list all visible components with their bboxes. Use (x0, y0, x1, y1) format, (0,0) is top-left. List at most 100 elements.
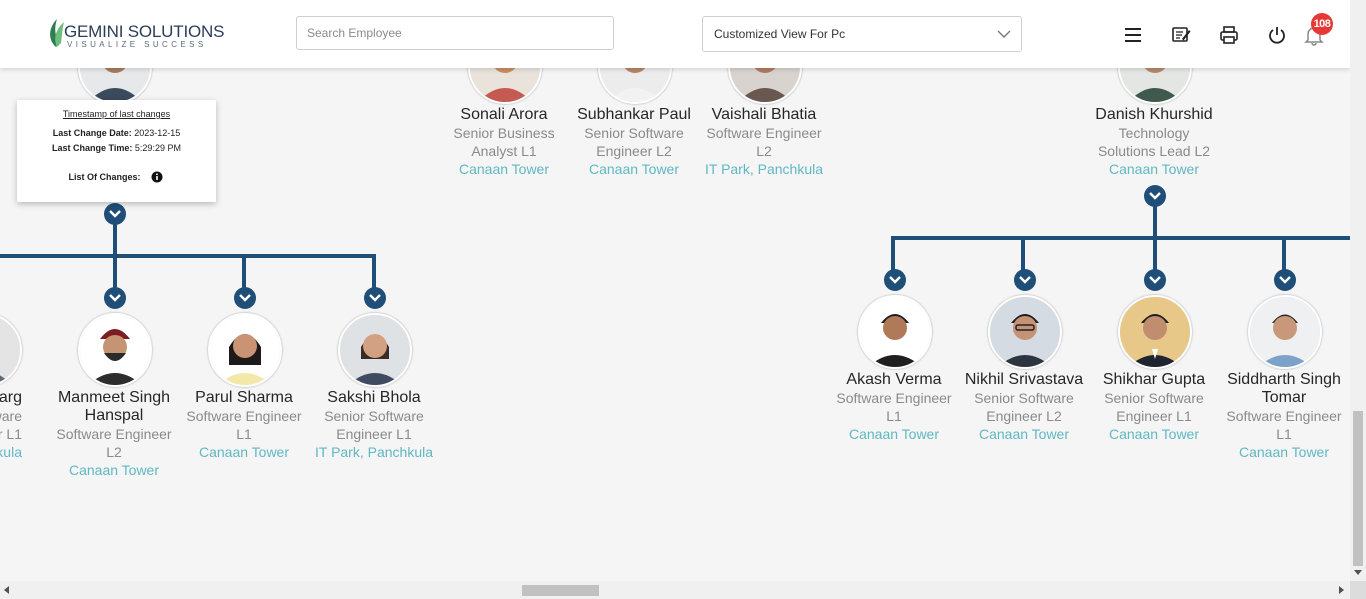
time-value: 5:29:29 PM (134, 143, 181, 153)
employee-card[interactable]: Parul Sharma Software Engineer L1 Canaan… (179, 389, 309, 461)
employee-location: Canaan Tower (848, 426, 940, 442)
feedback-icon[interactable] (1170, 24, 1192, 46)
employee-location: Canaan Tower (588, 161, 680, 177)
horizontal-scroll-thumb[interactable] (522, 585, 599, 596)
expand-button[interactable] (104, 203, 126, 225)
employee-avatar[interactable] (1118, 295, 1192, 369)
employee-location: Canaan Tower (1108, 161, 1200, 177)
menu-icon[interactable] (1122, 24, 1144, 46)
employee-card[interactable]: Subhankar Paul Senior Software Engineer … (569, 106, 699, 178)
connector-line (242, 254, 246, 290)
employee-name: Sonali Arora (460, 106, 548, 123)
timestamp-popup: Timestamp of last changes Last Change Da… (17, 100, 216, 202)
employee-name: Shikhar Gupta (1102, 371, 1206, 388)
expand-button[interactable] (364, 287, 386, 309)
employee-avatar[interactable] (1248, 295, 1322, 369)
scroll-right-icon[interactable] (1337, 586, 1345, 594)
employee-avatar[interactable] (988, 295, 1062, 369)
expand-button[interactable] (104, 287, 126, 309)
chevron-down-icon (1279, 276, 1291, 284)
expand-button[interactable] (234, 287, 256, 309)
print-icon[interactable] (1218, 24, 1240, 46)
chevron-down-icon (239, 294, 251, 302)
employee-role: Senior Software Engineer L1 (324, 408, 424, 442)
chevron-down-icon (889, 276, 901, 284)
person-photo-icon (0, 315, 20, 385)
employee-location: Canaan Tower (1108, 426, 1200, 442)
expand-button[interactable] (1014, 269, 1036, 291)
chevron-down-icon (109, 294, 121, 302)
employee-name: Nikhil Srivastava (964, 371, 1084, 388)
date-value: 2023-12-15 (134, 128, 181, 138)
employee-role: Software Engineer L1 (1226, 408, 1342, 442)
employee-name: Vaishali Bhatia (711, 106, 817, 123)
employee-card[interactable]: Vaishali Bhatia Software Engineer L2 IT … (699, 106, 829, 178)
employee-role: Senior Business Analyst L1 (453, 125, 555, 159)
employee-name: Siddharth Singh Tomar (1227, 371, 1341, 406)
expand-button[interactable] (884, 269, 906, 291)
employee-name: Subhankar Paul (577, 106, 691, 123)
employee-card[interactable]: Akash Verma Software Engineer L1 Canaan … (829, 371, 959, 443)
horizontal-scrollbar[interactable] (0, 581, 1350, 599)
employee-card[interactable]: Danish Khurshid Technology Solutions Lea… (1089, 106, 1219, 178)
scroll-down-icon[interactable] (1354, 568, 1362, 576)
vertical-scroll-thumb[interactable] (1353, 411, 1363, 566)
employee-location: Canaan Tower (458, 161, 550, 177)
connector-line (0, 254, 376, 258)
chevron-down-icon (369, 294, 381, 302)
expand-button[interactable] (1144, 185, 1166, 207)
connector-line (1021, 236, 1025, 272)
person-photo-icon (1250, 297, 1320, 367)
connector-line (891, 236, 895, 272)
search-employee-input[interactable] (296, 16, 614, 50)
employee-avatar[interactable] (208, 313, 282, 387)
person-photo-icon (80, 315, 150, 385)
employee-avatar[interactable] (78, 313, 152, 387)
view-select-value: Customized View For Pc (714, 27, 846, 41)
employee-avatar[interactable] (0, 313, 22, 387)
last-change-date-row: Last Change Date: 2023-12-15 (17, 128, 216, 138)
employee-role: ftware (0, 408, 22, 424)
employee-card[interactable]: Garg ftware r L1 nchkula (0, 389, 50, 461)
person-photo-icon (860, 297, 930, 367)
view-select[interactable]: Customized View For Pc (702, 16, 1022, 52)
chevron-down-icon (109, 210, 121, 218)
employee-avatar[interactable] (338, 313, 412, 387)
employee-card[interactable]: Nikhil Srivastava Senior Software Engine… (959, 371, 1089, 443)
expand-button[interactable] (1144, 269, 1166, 291)
vertical-scrollbar[interactable] (1350, 0, 1366, 581)
changes-label: List Of Changes: (68, 172, 141, 182)
employee-name: Garg (0, 389, 22, 406)
employee-name: Manmeet Singh Hanspal (57, 389, 171, 424)
employee-card[interactable]: Shikhar Gupta Senior Software Engineer L… (1089, 371, 1219, 443)
employee-location: nchkula (0, 444, 22, 460)
employee-avatar[interactable] (858, 295, 932, 369)
person-photo-icon (210, 315, 280, 385)
employee-role: Software Engineer L2 (56, 426, 172, 460)
employee-card[interactable]: Siddharth Singh Tomar Software Engineer … (1219, 371, 1349, 461)
power-icon[interactable] (1266, 24, 1288, 46)
person-photo-icon (990, 297, 1060, 367)
employee-card[interactable]: Sonali Arora Senior Business Analyst L1 … (439, 106, 569, 178)
employee-name: Akash Verma (846, 371, 942, 388)
person-photo-icon (340, 315, 410, 385)
chevron-down-icon (997, 30, 1011, 38)
scroll-left-icon[interactable] (3, 586, 11, 594)
expand-button[interactable] (1274, 269, 1296, 291)
employee-card[interactable]: Manmeet Singh Hanspal Software Engineer … (49, 389, 179, 479)
chevron-down-icon (1019, 276, 1031, 284)
last-change-time-row: Last Change Time: 5:29:29 PM (17, 143, 216, 153)
employee-location: Canaan Tower (1238, 444, 1330, 460)
employee-role: Senior Software Engineer L2 (974, 390, 1074, 424)
employee-location: Canaan Tower (198, 444, 290, 460)
employee-role-level: r L1 (0, 426, 22, 442)
chevron-down-icon (1149, 192, 1161, 200)
employee-card[interactable]: Sakshi Bhola Senior Software Engineer L1… (309, 389, 439, 461)
popup-title: Timestamp of last changes (62, 109, 171, 119)
notification-badge[interactable]: 108 (1311, 13, 1333, 35)
scrollbar-corner (1350, 581, 1366, 599)
company-logo[interactable]: GEMINI SOLUTIONS VISUALIZE SUCCESS (47, 18, 224, 52)
info-icon[interactable] (151, 171, 163, 183)
employee-role: Senior Software Engineer L2 (584, 125, 684, 159)
employee-role: Software Engineer L1 (836, 390, 952, 424)
